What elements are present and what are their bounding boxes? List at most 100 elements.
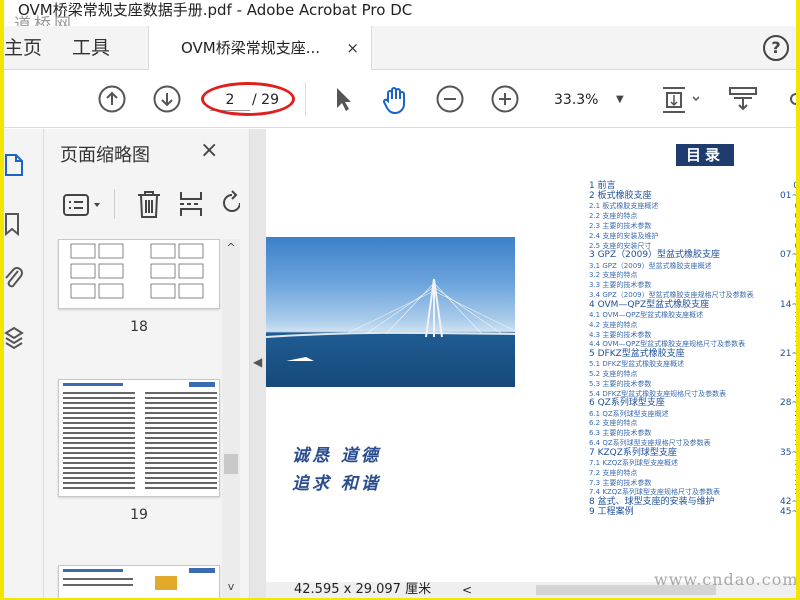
toc-section[interactable]: 2.3 主要的技术参数 0 [589, 221, 796, 231]
navigation-rail [4, 129, 44, 598]
thumbnail-list: 18 19 [44, 239, 222, 598]
toc-chapter[interactable]: 7 KZQZ系列球型支座 35~ [589, 448, 796, 458]
rotate-icon [223, 190, 240, 212]
toc-entry-page: 0 [795, 241, 796, 251]
toc-chapter[interactable]: 2 板式橡胶支座 01~ [589, 191, 796, 201]
toc-entry-title: 4.4 OVM—QPZ型盆式橡胶支座规格尺寸及参数表 [589, 340, 746, 349]
toc-chapter[interactable]: 4 OVM—QPZ型盆式橡胶支座 14~ [589, 300, 796, 310]
layers-icon[interactable] [4, 325, 24, 350]
toc-chapter[interactable]: 6 QZ系列球型支座 28~ [589, 398, 796, 408]
collapse-panel-icon[interactable]: ◀ [253, 355, 262, 369]
previous-page-button[interactable] [98, 85, 126, 113]
toc-section[interactable]: 3.3 主要的技术参数 0 [589, 280, 796, 290]
extract-page-icon [180, 192, 202, 216]
thumbnail-scrollbar[interactable]: ^ v [222, 239, 240, 598]
zoom-in-button[interactable] [491, 85, 519, 113]
delete-page-button[interactable] [136, 189, 162, 223]
toc-section[interactable]: 7.2 支座的特点 3 [589, 468, 796, 478]
toc-section[interactable]: 2.5 支座的安装尺寸 0 [589, 241, 796, 251]
tab-tools[interactable]: 工具 [72, 26, 132, 70]
rotate-page-button[interactable] [220, 189, 240, 223]
document-view[interactable]: 诚恳 道德 追求 和谐 目录 1 前言02 板式橡胶支座01~2.1 板式橡胶支… [266, 129, 796, 598]
toc-section[interactable]: 4.2 支座的特点 1 [589, 320, 796, 330]
thumbnail-page-20[interactable] [58, 565, 220, 598]
bridge-photo [266, 237, 515, 387]
toc-section[interactable]: 2.4 支座的安装及维护 0 [589, 231, 796, 241]
toc-entry-page: 0 [795, 221, 796, 231]
toc-entry-title: 7 KZQZ系列球型支座 [589, 447, 677, 458]
cursor-arrow-icon [337, 88, 351, 111]
tab-document[interactable]: OVM桥梁常规支座... × [148, 26, 372, 71]
plus-circle-icon [491, 85, 519, 113]
toc-chapter[interactable]: 8 盆式、球型支座的安装与维护 42~ [589, 497, 796, 507]
scroll-left-icon[interactable]: < [462, 582, 472, 598]
zoom-dropdown-icon[interactable]: ▼ [616, 89, 624, 111]
toc-chapter[interactable]: 3 GPZ（2009）型盆式橡胶支座 07~ [589, 250, 796, 260]
scroll-mode-button[interactable] [728, 85, 760, 113]
toc-section[interactable]: 7.3 主要的技术参数 3 [589, 478, 796, 488]
toc-entry-title: 7.2 支座的特点 [589, 468, 638, 477]
toc-entry-title: 2.1 板式橡胶支座概述 [589, 202, 659, 211]
toc-chapter[interactable]: 9 工程案例 45~ [589, 507, 796, 517]
minus-circle-icon [436, 85, 464, 113]
toc-entry-title: 2.2 支座的特点 [589, 212, 638, 221]
tab-close-icon[interactable]: × [346, 26, 359, 70]
tab-home[interactable]: 主页 [4, 26, 64, 70]
toc-entry-page: 01~ [780, 191, 796, 202]
toc-chapter[interactable]: 1 前言 0 [589, 181, 796, 191]
scroll-down-icon[interactable]: v [222, 580, 240, 596]
toc-section[interactable]: 2.1 板式橡胶支座概述 0 [589, 201, 796, 211]
toc-section[interactable]: 4.3 主要的技术参数 1 [589, 330, 796, 340]
attachments-icon[interactable] [4, 265, 24, 289]
next-page-button[interactable] [153, 85, 181, 113]
toc-section[interactable]: 3.2 支座的特点 0 [589, 270, 796, 280]
thumbnail-page-18[interactable] [58, 239, 220, 309]
toc-section[interactable]: 4.1 OVM—QPZ型盆式橡胶支座概述 1 [589, 310, 796, 320]
toc-section[interactable]: 5.2 支座的特点 2 [589, 369, 796, 379]
toc-entry-page: 3 [795, 468, 796, 478]
toc-entry-title: 8 盆式、球型支座的安装与维护 [589, 497, 715, 508]
toc-entry-page: 3 [795, 428, 796, 438]
thumbnail-page-19[interactable] [58, 379, 220, 497]
toc-chapter[interactable]: 5 DFKZ型盆式橡胶支座 21~ [589, 349, 796, 359]
zoom-out-button[interactable] [436, 85, 464, 113]
toc-entry-page: 2 [795, 389, 796, 399]
scroll-up-icon[interactable]: ^ [222, 241, 240, 257]
panel-close-icon[interactable]: × [200, 138, 218, 163]
page-fit-button[interactable] [661, 85, 705, 113]
toc-section[interactable]: 6.2 支座的特点 3 [589, 418, 796, 428]
toc-section[interactable]: 4.4 OVM—QPZ型盆式橡胶支座规格尺寸及参数表 1 [589, 339, 796, 349]
toc-section[interactable]: 2.2 支座的特点 0 [589, 211, 796, 221]
toc-section[interactable]: 6.3 主要的技术参数 3 [589, 428, 796, 438]
toc-entry-title: 7.4 KZQZ系列球型支座规格尺寸及参数表 [589, 488, 721, 497]
hand-tool-button[interactable] [380, 85, 408, 115]
extract-page-button[interactable] [178, 189, 204, 223]
toc-entry-page: 0 [795, 201, 796, 211]
zoom-level-field[interactable]: 33.3% [554, 89, 598, 111]
bookmarks-icon[interactable] [4, 211, 24, 237]
toc-section[interactable]: 3.1 GPZ（2009）型盆式橡胶支座概述 0 [589, 261, 796, 271]
toc-section[interactable]: 6.4 QZ系列球型支座规格尺寸及参数表 3 [589, 438, 796, 448]
page-thumbnails-icon[interactable] [4, 151, 24, 176]
toc-entry-page: 35~ [780, 447, 796, 458]
toc-entry-title: 2.3 主要的技术参数 [589, 221, 652, 230]
toc-entry-title: 3 GPZ（2009）型盆式橡胶支座 [589, 250, 721, 261]
toc-section[interactable]: 7.4 KZQZ系列球型支座规格尺寸及参数表 3 [589, 487, 796, 497]
select-tool-button[interactable] [329, 85, 357, 113]
toc-section[interactable]: 5.1 DFKZ型盆式橡胶支座概述 2 [589, 359, 796, 369]
scrollbar-thumb[interactable] [224, 454, 238, 474]
more-tools-icon[interactable] [784, 85, 796, 113]
toc-section[interactable]: 6.1 QZ系列球型支座概述 2 [589, 409, 796, 419]
options-list-icon [63, 194, 100, 216]
toc-entry-page: 45~ [780, 507, 796, 518]
toc-section[interactable]: 3.4 GPZ（2009）型盆式橡胶支座规格尺寸及参数表 1 [589, 290, 796, 300]
panel-collapse-strip[interactable]: ◀ [250, 129, 266, 598]
options-menu-button[interactable] [62, 193, 106, 223]
toc-section[interactable]: 5.4 DFKZ型盆式橡胶支座规格尺寸及参数表 2 [589, 389, 796, 399]
toc-section[interactable]: 5.3 主要的技术参数 2 [589, 379, 796, 389]
toc-section[interactable]: 7.1 KZQZ系列球型支座概述 3 [589, 458, 796, 468]
toc-heading: 目录 [676, 144, 734, 166]
tab-document-label: OVM桥梁常规支座... [181, 39, 321, 57]
toc-entry-page: 1 [795, 330, 796, 340]
help-icon[interactable]: ? [763, 35, 789, 61]
